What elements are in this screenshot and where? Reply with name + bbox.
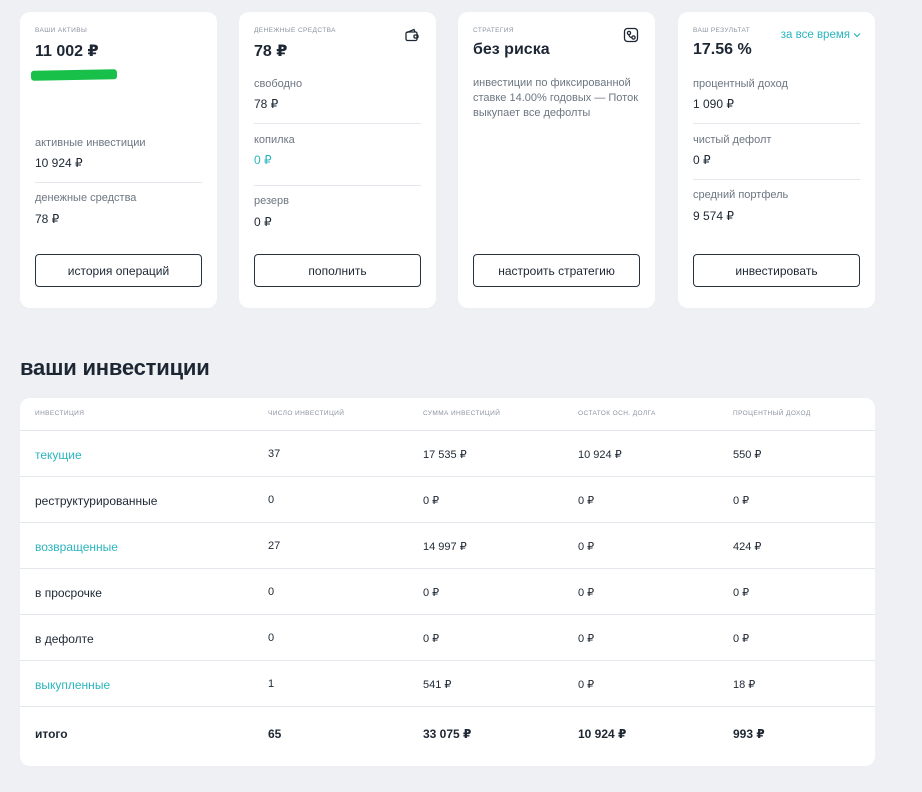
total-interest: 993 ₽	[733, 727, 765, 741]
reserve-label: резерв	[254, 195, 289, 207]
cash-total: 78 ₽	[254, 43, 288, 60]
cash-label: денежные средства	[35, 192, 137, 204]
row-name: в просрочке	[35, 586, 102, 600]
row-count: 27	[268, 540, 281, 552]
chevron-down-icon	[853, 33, 861, 38]
total-label: итого	[35, 727, 68, 741]
table-row: возвращенные 27 14 997 ₽ 0 ₽ 424 ₽	[20, 523, 875, 569]
table-row: текущие 37 17 535 ₽ 10 924 ₽ 550 ₽	[20, 431, 875, 477]
row-count: 0	[268, 586, 275, 598]
assets-total: 11 002 ₽	[35, 43, 99, 60]
row-principal: 0 ₽	[578, 679, 595, 691]
table-header: инвестиция число инвестиций сумма инвест…	[20, 398, 875, 431]
wallet-icon	[404, 27, 420, 43]
strategy-icon	[623, 27, 639, 43]
table-row: реструктурированные 0 0 ₽ 0 ₽ 0 ₽	[20, 477, 875, 523]
top-up-button[interactable]: пополнить	[254, 254, 421, 287]
free-label: свободно	[254, 78, 303, 90]
active-investments-value: 10 924 ₽	[35, 156, 83, 170]
table-row: выкупленные 1 541 ₽ 0 ₽ 18 ₽	[20, 661, 875, 707]
row-name-link[interactable]: текущие	[35, 448, 82, 462]
row-name-link[interactable]: выкупленные	[35, 678, 110, 692]
average-portfolio-label: средний портфель	[693, 189, 789, 201]
row-sum: 0 ₽	[423, 633, 440, 645]
row-principal: 0 ₽	[578, 587, 595, 599]
result-card: ваш результат 17.56 % за все время проце…	[678, 12, 875, 308]
row-count: 0	[268, 494, 275, 506]
section-title: ваши инвестиции	[20, 355, 210, 380]
average-portfolio-value: 9 574 ₽	[693, 209, 734, 223]
net-default-value: 0 ₽	[693, 153, 711, 167]
reserve-value: 0 ₽	[254, 215, 272, 229]
row-count: 1	[268, 678, 275, 690]
row-count: 37	[268, 448, 281, 460]
strategy-description: инвестиции по фиксированной ставке 14.00…	[473, 77, 639, 119]
row-interest: 550 ₽	[733, 449, 762, 461]
column-header: процентный доход	[733, 410, 811, 417]
table-row: в дефолте 0 0 ₽ 0 ₽ 0 ₽	[20, 615, 875, 661]
divider	[693, 179, 860, 180]
row-name-link[interactable]: возвращенные	[35, 540, 118, 554]
assets-card: ваши активы 11 002 ₽ активные инвестиции…	[20, 12, 217, 308]
cash-value: 78 ₽	[35, 212, 60, 226]
period-dropdown-label: за все время	[780, 29, 850, 41]
divider	[693, 123, 860, 124]
row-sum: 17 535 ₽	[423, 449, 467, 461]
assets-label: ваши активы	[35, 27, 88, 34]
row-interest: 0 ₽	[733, 633, 750, 645]
column-header: остаток осн. долга	[578, 410, 656, 417]
redaction-mark	[30, 69, 118, 81]
net-default-label: чистый дефолт	[693, 134, 772, 146]
row-count: 0	[268, 632, 275, 644]
active-investments-label: активные инвестиции	[35, 137, 146, 149]
row-interest: 0 ₽	[733, 587, 750, 599]
configure-strategy-button[interactable]: настроить стратегию	[473, 254, 640, 287]
column-header: сумма инвестиций	[423, 410, 501, 417]
row-principal: 10 924 ₽	[578, 449, 622, 461]
row-sum: 14 997 ₽	[423, 541, 467, 553]
row-principal: 0 ₽	[578, 495, 595, 507]
investor-dashboard: ваши активы 11 002 ₽ активные инвестиции…	[0, 0, 922, 792]
row-sum: 541 ₽	[423, 679, 452, 691]
investments-table: инвестиция число инвестиций сумма инвест…	[20, 398, 875, 766]
column-header: инвестиция	[35, 410, 85, 417]
row-name: реструктурированные	[35, 494, 158, 508]
result-yield: 17.56 %	[693, 41, 752, 58]
row-interest: 18 ₽	[733, 679, 756, 691]
operations-history-button[interactable]: история операций	[35, 254, 202, 287]
free-value: 78 ₽	[254, 97, 279, 111]
total-principal: 10 924 ₽	[578, 727, 627, 741]
strategy-label: стратегия	[473, 27, 514, 34]
divider	[254, 123, 421, 124]
result-label: ваш результат	[693, 27, 751, 34]
column-header: число инвестиций	[268, 410, 345, 417]
table-row: в просрочке 0 0 ₽ 0 ₽ 0 ₽	[20, 569, 875, 615]
total-sum: 33 075 ₽	[423, 727, 472, 741]
interest-income-label: процентный доход	[693, 78, 788, 90]
piggy-bank-value[interactable]: 0 ₽	[254, 153, 272, 167]
divider	[35, 182, 202, 183]
row-interest: 0 ₽	[733, 495, 750, 507]
piggy-bank-label: копилка	[254, 134, 295, 146]
row-principal: 0 ₽	[578, 541, 595, 553]
row-principal: 0 ₽	[578, 633, 595, 645]
invest-button[interactable]: инвестировать	[693, 254, 860, 287]
row-name: в дефолте	[35, 632, 94, 646]
interest-income-value: 1 090 ₽	[693, 97, 734, 111]
strategy-card: стратегия без риска инвестиции по фиксир…	[458, 12, 655, 308]
cash-card-label: денежные средства	[254, 27, 336, 34]
row-sum: 0 ₽	[423, 495, 440, 507]
cash-card: денежные средства 78 ₽ свободно 78 ₽ коп…	[239, 12, 436, 308]
row-interest: 424 ₽	[733, 541, 762, 553]
strategy-name: без риска	[473, 41, 550, 58]
total-count: 65	[268, 727, 282, 741]
total-row: итого 65 33 075 ₽ 10 924 ₽ 993 ₽	[20, 707, 875, 759]
row-sum: 0 ₽	[423, 587, 440, 599]
divider	[254, 185, 421, 186]
period-dropdown[interactable]: за все время	[781, 29, 861, 41]
